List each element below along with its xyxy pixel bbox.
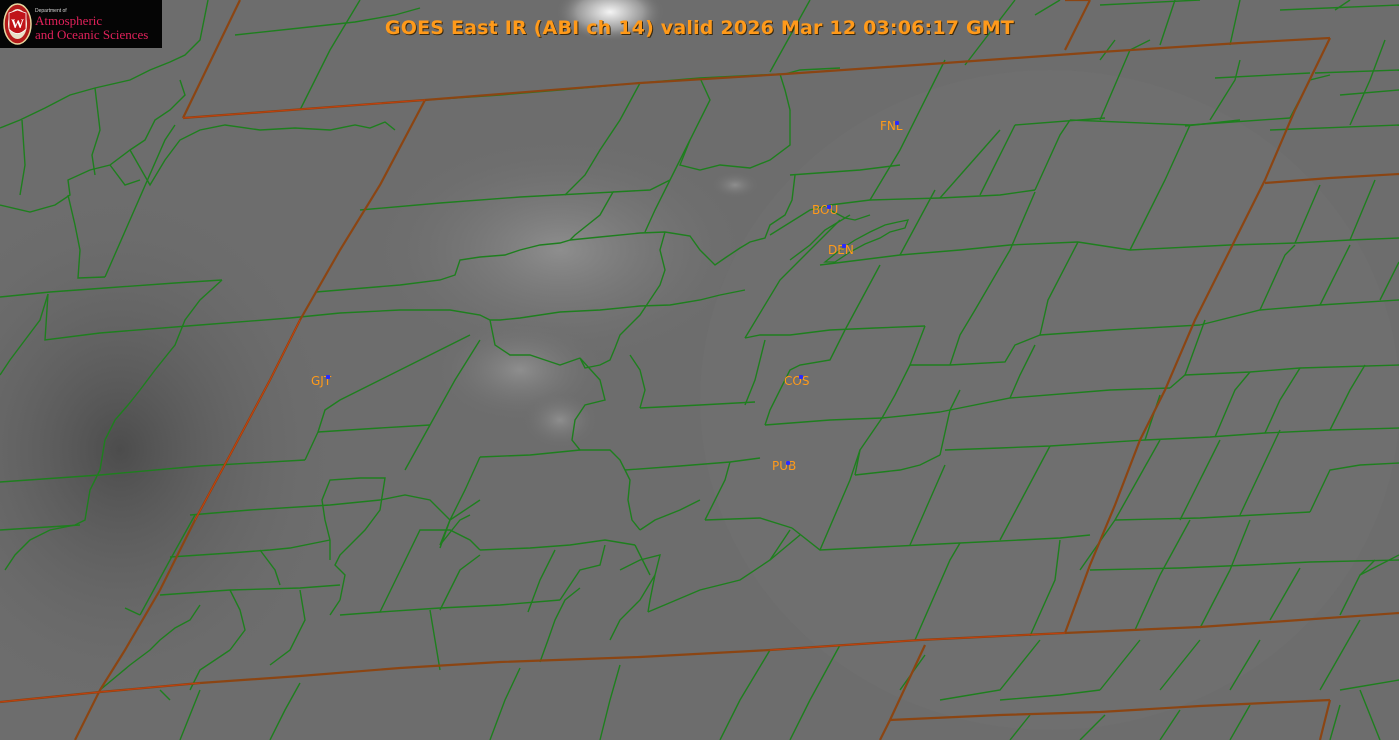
station-label: BOU bbox=[812, 203, 839, 217]
station-pub[interactable]: PUB bbox=[772, 459, 796, 473]
station-fnl[interactable]: FNL bbox=[880, 119, 903, 133]
ir-satellite-map bbox=[0, 0, 1399, 740]
station-marker-icon bbox=[326, 375, 330, 379]
uw-seal-icon: W bbox=[3, 3, 32, 45]
station-label: DEN bbox=[828, 243, 854, 257]
station-marker-icon bbox=[786, 461, 790, 465]
uw-aos-logo[interactable]: W Department of Atmospheric and Oceanic … bbox=[0, 0, 162, 48]
station-marker-icon bbox=[842, 244, 846, 248]
station-marker-icon bbox=[799, 375, 803, 379]
svg-text:W: W bbox=[11, 16, 24, 31]
station-bou[interactable]: BOU bbox=[812, 203, 838, 217]
station-den[interactable]: DEN bbox=[828, 243, 854, 257]
station-label: COS bbox=[784, 374, 810, 388]
station-marker-icon bbox=[895, 121, 899, 125]
logo-line2: and Oceanic Sciences bbox=[35, 27, 149, 42]
station-gjt[interactable]: GJT bbox=[311, 374, 331, 388]
station-label: FNL bbox=[880, 119, 903, 133]
map-title: GOES East IR (ABI ch 14) valid 2026 Mar … bbox=[384, 17, 1015, 39]
station-cos[interactable]: COS bbox=[784, 374, 809, 388]
station-label: PUB bbox=[772, 459, 797, 473]
station-marker-icon bbox=[827, 205, 831, 209]
